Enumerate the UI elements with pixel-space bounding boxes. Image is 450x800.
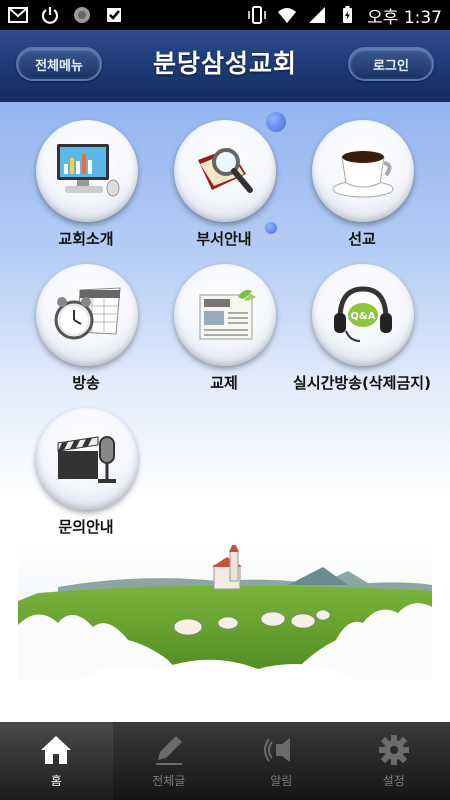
computer-icon — [57, 144, 120, 197]
gmail-icon — [8, 7, 28, 23]
bottom-nav: 홈 전체글 알림 설정 — [0, 722, 450, 800]
nav-label: 홈 — [50, 773, 62, 788]
menu-icon-circle — [36, 408, 138, 510]
menu-icon-circle — [174, 120, 276, 222]
svg-text:Q&A: Q&A — [351, 311, 376, 322]
menu-icon-circle: Q&A — [312, 264, 414, 366]
home-icon — [41, 735, 72, 764]
nav-notifications[interactable]: 알림 — [225, 722, 338, 800]
alarm-clock-calendar-icon — [54, 287, 121, 340]
menu-label: 선교 — [348, 230, 376, 248]
menu-inquiry[interactable]: 문의안내 — [16, 408, 156, 542]
menu-area: 교회소개 부서안내 선교 방송 교제 Q&A 실시간방송(삭제금지) 문의안내 — [0, 102, 450, 542]
clapper-microphone-icon — [57, 436, 116, 483]
record-icon — [74, 7, 90, 23]
gear-icon — [378, 734, 409, 765]
nav-home[interactable]: 홈 — [0, 722, 113, 800]
menu-label: 방송 — [72, 374, 100, 392]
menu-icon-circle — [312, 120, 414, 222]
menu-departments[interactable]: 부서안내 — [154, 120, 294, 256]
nav-all-posts[interactable]: 전체글 — [113, 722, 226, 800]
menu-broadcast[interactable]: 방송 — [16, 264, 156, 400]
nav-label: 알림 — [270, 773, 293, 788]
menu-live-broadcast[interactable]: Q&A 실시간방송(삭제금지) — [292, 264, 432, 400]
wifi-icon — [278, 8, 297, 23]
battery-icon — [343, 6, 353, 23]
menu-label: 교제 — [210, 374, 238, 392]
newspaper-icon — [199, 289, 256, 340]
nav-label: 전체글 — [152, 773, 186, 788]
book-magnifier-icon — [198, 148, 253, 193]
vibrate-icon — [248, 6, 266, 24]
menu-icon-circle — [36, 264, 138, 366]
status-bar: 오후 1:37 — [0, 0, 450, 30]
menu-mission[interactable]: 선교 — [292, 120, 432, 256]
status-time: 오후 1:37 — [367, 7, 442, 28]
coffee-cup-icon — [332, 151, 394, 198]
church-landscape-image — [18, 545, 432, 680]
full-menu-button[interactable]: 전체메뉴 — [16, 47, 102, 81]
login-button[interactable]: 로그인 — [348, 47, 434, 81]
nav-settings[interactable]: 설정 — [338, 722, 450, 800]
pencil-icon — [155, 735, 182, 765]
app-header: 전체메뉴 분당삼성교회 로그인 — [0, 30, 450, 102]
menu-fellowship[interactable]: 교제 — [154, 264, 294, 400]
menu-church-intro[interactable]: 교회소개 — [16, 120, 156, 256]
menu-icon-circle — [174, 264, 276, 366]
signal-icon — [309, 7, 326, 23]
nav-label: 설정 — [382, 773, 405, 788]
check-icon — [107, 8, 121, 22]
speaker-icon — [264, 737, 291, 762]
menu-label: 교회소개 — [58, 230, 114, 248]
power-icon — [41, 7, 59, 24]
menu-label: 문의안내 — [58, 518, 114, 536]
headset-qa-icon: Q&A — [334, 286, 392, 342]
menu-label: 부서안내 — [196, 230, 252, 248]
page-title: 분당삼성교회 — [152, 49, 297, 78]
menu-label: 실시간방송(삭제금지) — [293, 374, 431, 392]
menu-icon-circle — [36, 120, 138, 222]
